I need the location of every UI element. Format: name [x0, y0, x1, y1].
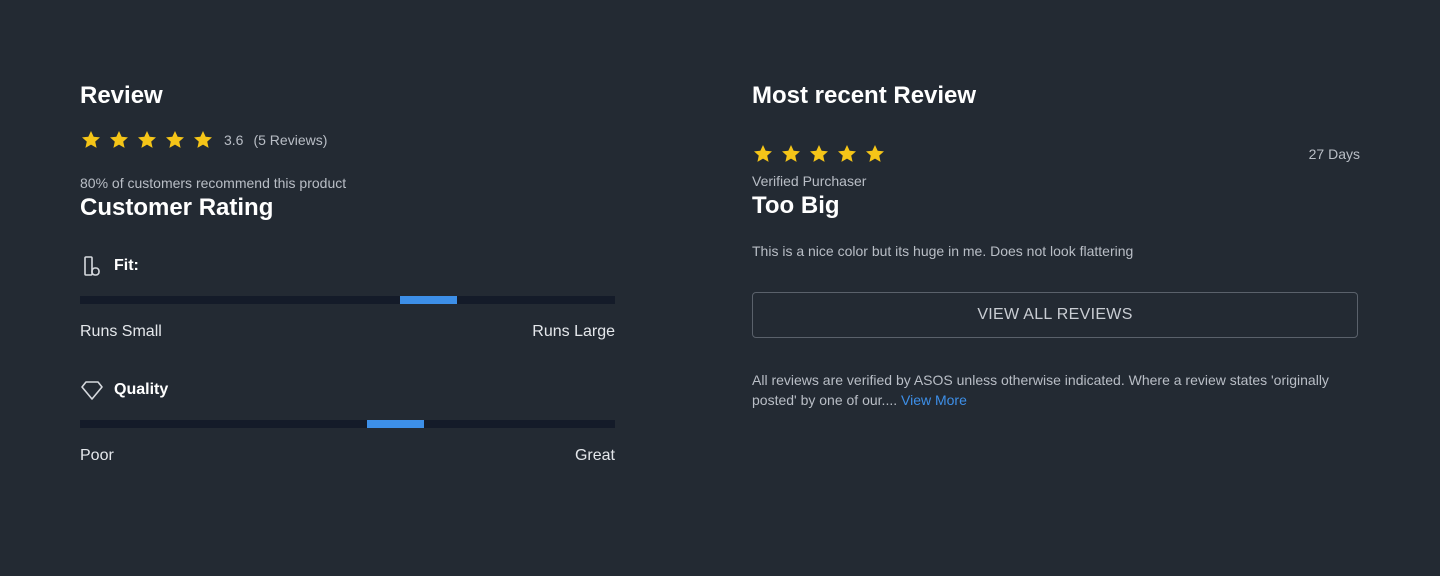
review-summary-panel: Review 3.6 (5 Reviews) 80% of customers …: [80, 80, 615, 466]
fit-bar: [80, 296, 615, 304]
summary-star-rating: 3.6 (5 Reviews): [80, 128, 615, 152]
quality-bar: [80, 420, 615, 428]
recent-review-stars: [752, 142, 892, 166]
recent-review-panel: Most recent Review 27 Days Verified Purc…: [752, 80, 1360, 410]
fit-icon: [80, 254, 104, 278]
diamond-icon: [80, 378, 104, 402]
fit-bar-indicator: [400, 296, 458, 304]
star-icon: [808, 143, 830, 165]
fit-label: Fit:: [114, 257, 139, 274]
quality-label: Quality: [114, 381, 169, 398]
quality-low-label: Poor: [80, 447, 114, 464]
quality-metric: Quality Poor Great: [80, 378, 615, 466]
review-count: (5 Reviews): [253, 132, 328, 148]
fit-scale-labels: Runs Small Runs Large: [80, 322, 615, 342]
star-icon: [836, 143, 858, 165]
star-icon: [752, 143, 774, 165]
fit-high-label: Runs Large: [532, 323, 615, 340]
review-heading: Review: [80, 82, 163, 109]
fit-metric: Fit: Runs Small Runs Large: [80, 254, 615, 342]
reviews-page: Review 3.6 (5 Reviews) 80% of customers …: [0, 0, 1440, 576]
star-icon: [164, 129, 186, 151]
star-icon: [80, 129, 102, 151]
customer-rating-heading: Customer Rating: [80, 194, 274, 221]
review-body: This is a nice color but its huge in me.…: [752, 243, 1134, 259]
view-more-link[interactable]: View More: [901, 392, 967, 408]
fit-header: Fit:: [80, 254, 615, 278]
quality-high-label: Great: [574, 447, 615, 464]
quality-scale-labels: Poor Great: [80, 446, 615, 466]
verified-purchaser-label: Verified Purchaser: [752, 173, 867, 189]
quality-bar-indicator: [366, 420, 424, 428]
recent-review-meta: 27 Days: [752, 142, 1360, 166]
star-icon: [192, 129, 214, 151]
star-icon: [780, 143, 802, 165]
quality-header: Quality: [80, 378, 615, 402]
recommend-text: 80% of customers recommend this product: [80, 175, 347, 191]
review-title: Too Big: [752, 192, 840, 219]
average-rating: 3.6: [224, 132, 244, 148]
review-age: 27 Days: [1308, 146, 1360, 162]
view-all-reviews-button[interactable]: VIEW ALL REVIEWS: [752, 292, 1358, 338]
fit-low-label: Runs Small: [80, 323, 162, 340]
recent-review-heading: Most recent Review: [752, 82, 977, 109]
star-icon: [108, 129, 130, 151]
star-icon: [136, 129, 158, 151]
reviews-disclaimer: All reviews are verified by ASOS unless …: [752, 370, 1332, 410]
disclaimer-text: All reviews are verified by ASOS unless …: [752, 372, 1329, 408]
star-icon: [864, 143, 886, 165]
